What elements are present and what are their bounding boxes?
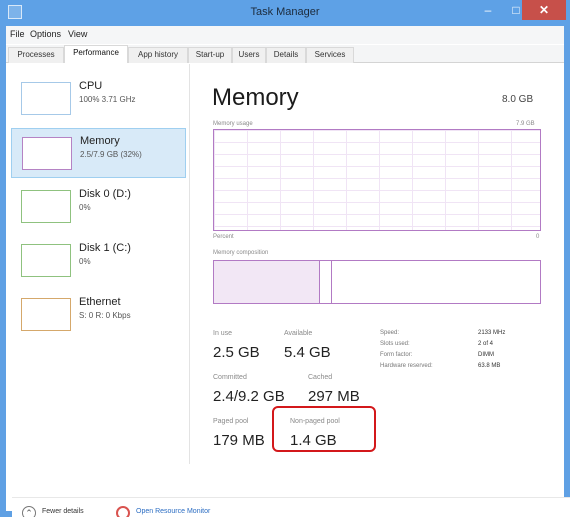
menu-view[interactable]: View (68, 29, 87, 39)
resource-cpu[interactable]: CPU 100% 3.71 GHz (11, 74, 186, 124)
menu-options[interactable]: Options (30, 29, 61, 39)
fewer-details-link[interactable]: Fewer details (42, 508, 84, 515)
composition-modified (320, 261, 332, 303)
title-bar[interactable]: Task Manager – □ ✕ (0, 0, 570, 26)
resource-subtitle: S: 0 R: 0 Kbps (79, 311, 131, 320)
memory-composition-label: Memory composition (213, 250, 269, 256)
tab-users[interactable]: Users (232, 47, 266, 63)
disk0-thumbnail-graph (21, 190, 71, 223)
cpu-thumbnail-graph (21, 82, 71, 115)
resource-subtitle: 0% (79, 203, 91, 212)
minimize-button[interactable]: – (474, 0, 502, 20)
tab-performance[interactable]: Performance (64, 45, 128, 63)
menu-bar: File Options View (6, 26, 564, 44)
memory-usage-graph (213, 129, 541, 231)
resource-name: Disk 0 (D:) (79, 188, 131, 200)
form-factor-value: DIMM (478, 352, 494, 358)
tab-services[interactable]: Services (306, 47, 354, 63)
tab-startup[interactable]: Start-up (188, 47, 232, 63)
resource-ethernet[interactable]: Ethernet S: 0 R: 0 Kbps (11, 290, 186, 340)
paged-pool-value: 179 MB (213, 432, 265, 449)
cached-value: 297 MB (308, 388, 360, 405)
form-factor-label: Form factor: (380, 352, 413, 358)
resource-subtitle: 0% (79, 257, 91, 266)
memory-detail-panel: Memory 8.0 GB Memory usage 7.9 GB Percen… (206, 64, 556, 484)
slots-label: Slots used: (380, 341, 410, 347)
composition-in-use (214, 261, 320, 303)
resource-monitor-icon (116, 506, 130, 517)
tab-details[interactable]: Details (266, 47, 306, 63)
cached-label: Cached (308, 374, 333, 381)
paged-pool-label: Paged pool (213, 418, 249, 425)
hardware-reserved-value: 63.8 MB (478, 363, 501, 369)
committed-value: 2.4/9.2 GB (213, 388, 285, 405)
memory-composition-bar (213, 260, 541, 304)
in-use-label: In use (213, 330, 233, 337)
memory-usage-max: 7.9 GB (516, 121, 535, 127)
speed-value: 2133 MHz (478, 330, 506, 336)
resource-disk-1[interactable]: Disk 1 (C:) 0% (11, 236, 186, 286)
menu-file[interactable]: File (10, 29, 25, 39)
close-button[interactable]: ✕ (522, 0, 566, 20)
footer-bar: ⌃ Fewer details Open Resource Monitor (12, 497, 570, 517)
resource-name: CPU (79, 80, 103, 92)
resource-memory[interactable]: Memory 2.5/7.9 GB (32%) (11, 128, 186, 178)
open-resource-monitor-link[interactable]: Open Resource Monitor (136, 508, 210, 515)
available-value: 5.4 GB (284, 344, 331, 361)
resource-disk-0[interactable]: Disk 0 (D:) 0% (11, 182, 186, 232)
chevron-up-icon[interactable]: ⌃ (22, 506, 36, 517)
resource-name: Ethernet (79, 296, 121, 308)
in-use-value: 2.5 GB (213, 344, 260, 361)
hardware-reserved-label: Hardware reserved: (380, 363, 433, 369)
resource-subtitle: 100% 3.71 GHz (79, 95, 136, 104)
available-label: Available (284, 330, 313, 337)
disk1-thumbnail-graph (21, 244, 71, 277)
memory-usage-label: Memory usage (213, 121, 253, 127)
page-title: Memory (212, 84, 299, 111)
resource-name: Memory (80, 135, 120, 147)
resource-list: CPU 100% 3.71 GHz Memory 2.5/7.9 GB (32%… (6, 64, 190, 464)
committed-label: Committed (213, 374, 247, 381)
tab-processes[interactable]: Processes (8, 47, 64, 63)
memory-thumbnail-graph (22, 137, 72, 170)
slots-value: 2 of 4 (478, 341, 494, 347)
graph-time-label: Percent (213, 234, 234, 240)
tab-app-history[interactable]: App history (128, 47, 188, 63)
graph-zero-label: 0 (536, 234, 540, 240)
task-manager-window: Task Manager – □ ✕ File Options View Pro… (0, 0, 570, 517)
resource-name: Disk 1 (C:) (79, 242, 131, 254)
tab-strip: Processes Performance App history Start-… (6, 45, 564, 63)
highlight-annotation (272, 406, 376, 452)
ethernet-thumbnail-graph (21, 298, 71, 331)
memory-total: 8.0 GB (502, 94, 534, 105)
resource-subtitle: 2.5/7.9 GB (32%) (80, 150, 142, 159)
speed-label: Speed: (380, 330, 400, 336)
